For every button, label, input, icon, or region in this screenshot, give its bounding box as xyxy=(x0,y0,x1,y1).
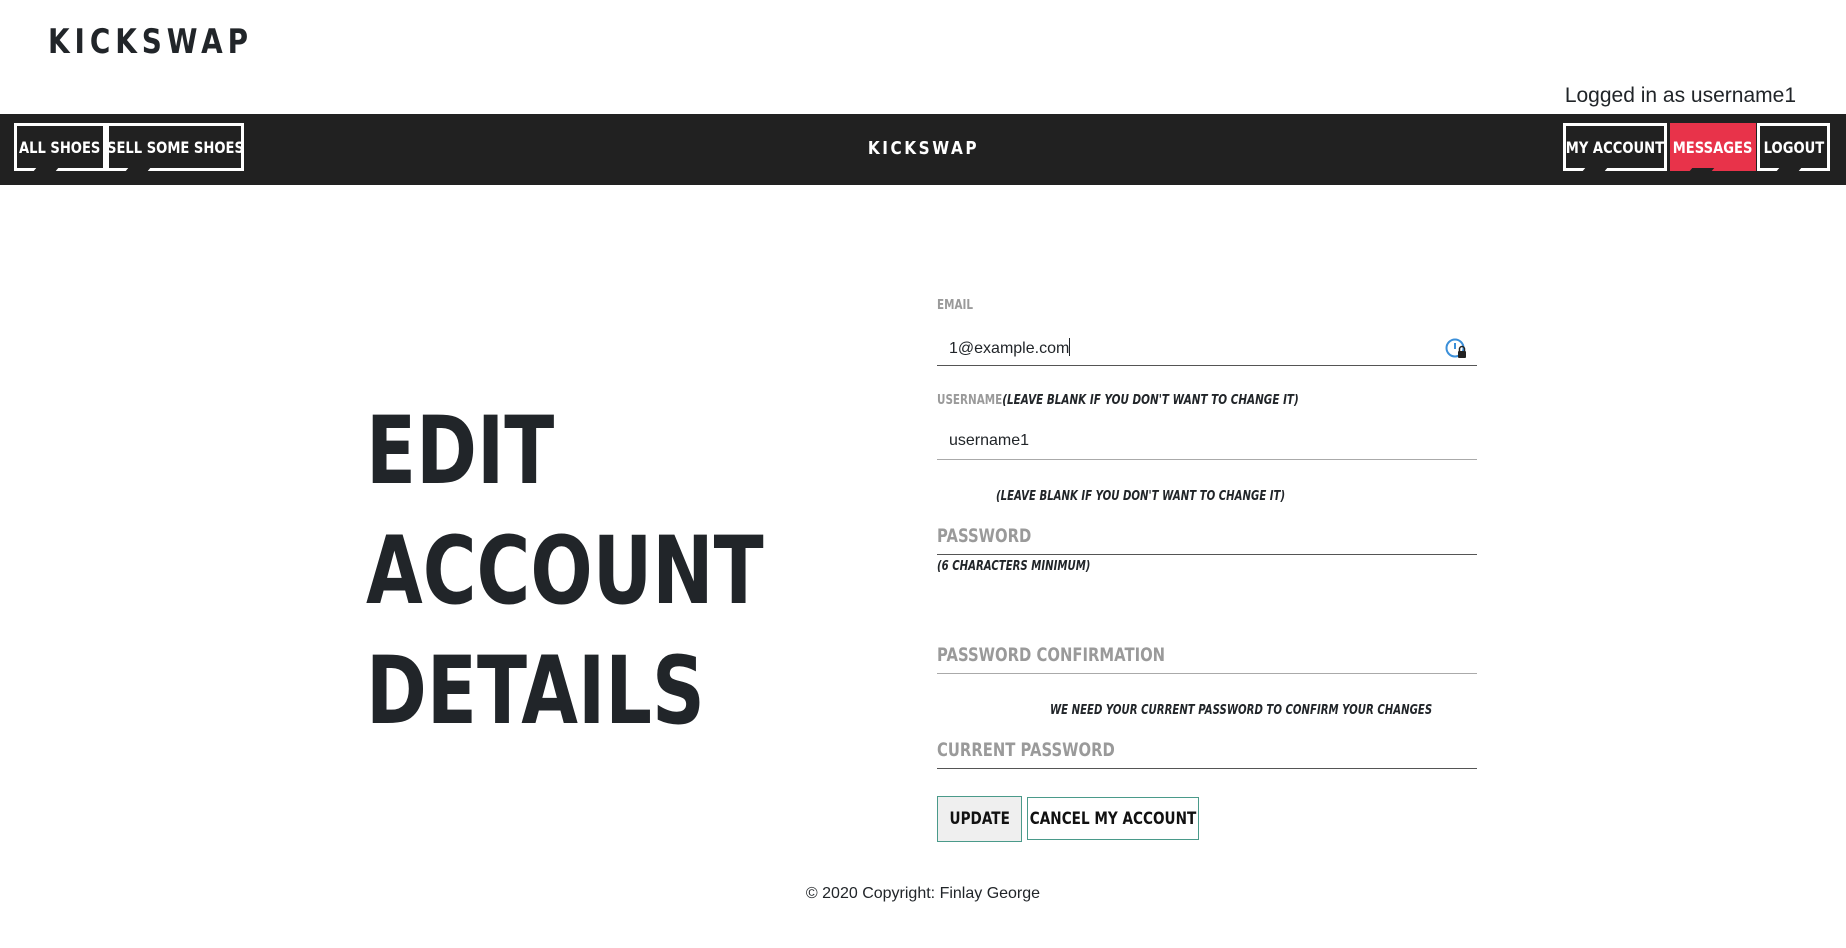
username-hint: (LEAVE BLANK IF YOU DON'T WANT TO CHANGE… xyxy=(1002,393,1299,408)
password-confirmation-placeholder: PASSWORD CONFIRMATION xyxy=(937,644,1166,666)
email-field[interactable]: 1@example.com xyxy=(937,332,1477,366)
current-password-hint: WE NEED YOUR CURRENT PASSWORD TO CONFIRM… xyxy=(1050,703,1433,718)
current-password-field[interactable]: CURRENT PASSWORD xyxy=(937,735,1477,769)
username-value: username1 xyxy=(949,432,1030,449)
navbar: ALL SHOES SELL SOME SHOES KICKSWAP MY AC… xyxy=(0,114,1846,185)
page-title: EDIT ACCOUNT DETAILS xyxy=(366,392,764,752)
nav-logout-button[interactable]: LOGOUT xyxy=(1757,123,1830,171)
password-hint: (LEAVE BLANK IF YOU DON'T WANT TO CHANGE… xyxy=(996,489,1286,504)
email-value: 1@example.com xyxy=(949,338,1071,357)
nav-my-account-button[interactable]: MY ACCOUNT xyxy=(1563,123,1667,171)
footer-copyright: © 2020 Copyright: Finlay George xyxy=(805,885,1041,902)
password-confirmation-field[interactable]: PASSWORD CONFIRMATION xyxy=(937,640,1477,674)
email-label: EMAIL xyxy=(937,298,973,313)
password-placeholder: PASSWORD xyxy=(937,525,1032,547)
current-password-placeholder: CURRENT PASSWORD xyxy=(937,739,1115,761)
page-title-line: EDIT xyxy=(366,397,555,506)
page-title-line: ACCOUNT xyxy=(366,517,764,626)
update-button[interactable]: UPDATE xyxy=(937,796,1022,842)
password-minimum-hint: (6 CHARACTERS MINIMUM) xyxy=(937,559,1091,574)
logged-in-status: Logged in as username1 xyxy=(1564,84,1796,107)
page-title-line: DETAILS xyxy=(366,637,705,746)
username-label: USERNAME(LEAVE BLANK IF YOU DON'T WANT T… xyxy=(937,393,1299,408)
password-manager-icon[interactable] xyxy=(1445,338,1467,360)
username-field[interactable]: username1 xyxy=(937,426,1477,460)
site-logo[interactable]: KICKSWAP xyxy=(48,22,253,62)
nav-messages-button[interactable]: MESSAGES xyxy=(1670,123,1756,171)
cancel-account-button[interactable]: CANCEL MY ACCOUNT xyxy=(1027,797,1199,840)
password-field[interactable]: PASSWORD xyxy=(937,521,1477,555)
